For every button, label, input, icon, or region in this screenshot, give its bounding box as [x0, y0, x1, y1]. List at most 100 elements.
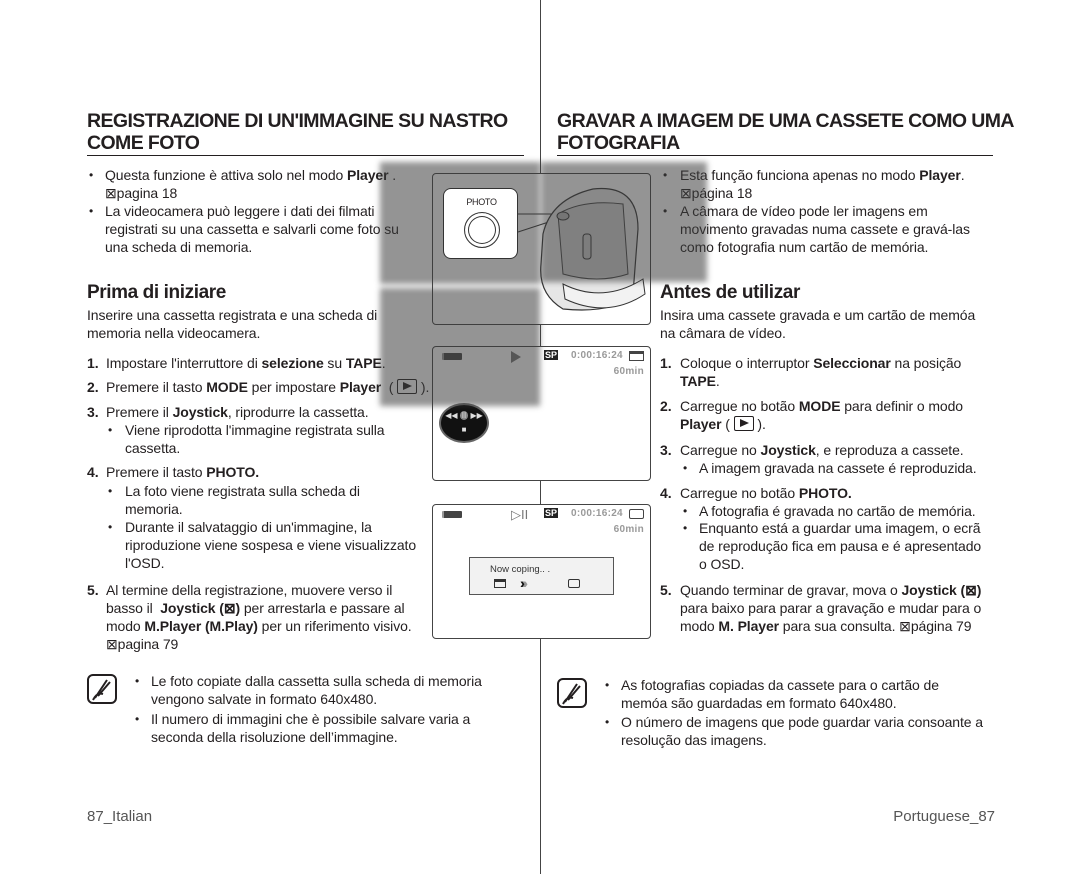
quality-badge: SP	[544, 508, 559, 518]
battery-icon	[442, 511, 462, 518]
left-note-2: Il numero di immagini che è possibile sa…	[151, 710, 470, 746]
right-bullet-1: Esta função funciona apenas no modo Play…	[680, 166, 965, 202]
note-icon	[87, 674, 117, 704]
text: Carregue no botão	[680, 398, 799, 414]
bullet: •	[135, 674, 140, 688]
right-step-3-sub: A imagem gravada na cassete é reproduzid…	[699, 459, 977, 477]
text: Premere il tasto	[106, 379, 207, 395]
text: Questa funzione è attiva solo nel modo	[105, 167, 348, 183]
text: Premere il	[106, 404, 173, 420]
right-step-4: Carregue no botão PHOTO.	[680, 484, 852, 502]
left-bullet-2: La videocamera può leggere i dati dei fi…	[105, 202, 399, 256]
highlight-overlay	[541, 162, 707, 282]
step-number: 3.	[660, 442, 672, 458]
timecode: 0:00:16:24	[571, 350, 623, 361]
text: na posição	[894, 355, 962, 371]
text: su	[323, 355, 346, 371]
bullet: •	[605, 678, 610, 692]
step-number: 1.	[660, 355, 672, 371]
text: Insira uma cassete gravada e um cartão d…	[660, 307, 976, 341]
copying-screen: ▷II SP 0:00:16:24 60min Now coping.. . ›…	[432, 504, 651, 639]
text: A fotografia é gravada no cartão de memó…	[699, 503, 976, 519]
left-section-title: Prima di iniziare	[87, 282, 226, 303]
text: A imagem gravada na cassete é reproduzid…	[699, 460, 977, 476]
step-number: 5.	[660, 582, 672, 598]
text: O número de imagens que pode guardar var…	[621, 714, 983, 748]
right-section-title: Antes de utilizar	[660, 282, 800, 303]
step-number: 3.	[87, 404, 99, 420]
bold-text: M.Player (M.Play)	[144, 618, 258, 634]
text: As fotografias copiadas da cassete para …	[621, 677, 939, 711]
bold-text: Player	[339, 379, 382, 395]
bullet: •	[683, 461, 688, 475]
bold-text: Player	[919, 167, 961, 183]
bold-text: PHOTO.	[206, 464, 260, 480]
right-step-2: Carregue no botão MODE para definir o mo…	[680, 397, 963, 433]
photo-button-callout: PHOTO	[443, 188, 518, 259]
text: Premere il tasto	[106, 464, 207, 480]
left-step-3-sub: Viene riprodotta l'immagine registrata s…	[125, 421, 385, 457]
right-note-1: As fotografias copiadas da cassete para …	[621, 676, 939, 712]
right-intro: Insira uma cassete gravada e um cartão d…	[660, 306, 975, 342]
right-step-4-sub-1: A fotografia é gravada no cartão de memó…	[699, 502, 976, 520]
joystick-icon: ◀◀ II ▶▶ ■	[439, 403, 489, 443]
text: Carregue no botão	[680, 485, 799, 501]
step-number: 2.	[87, 379, 99, 395]
bullet: •	[89, 168, 94, 182]
bullet: •	[108, 484, 113, 498]
quality-badge: SP	[544, 350, 559, 360]
timecode: 0:00:16:24	[571, 508, 623, 519]
text: Inserire una cassetta registrata e una s…	[87, 307, 378, 341]
page-number: 87	[87, 808, 104, 825]
copy-dialog: Now coping.. . ››››››	[469, 557, 614, 595]
text: , riprodurre la cassetta.	[227, 404, 369, 420]
text: para definir o modo	[844, 398, 963, 414]
bold-text: MODE	[206, 379, 248, 395]
bold-text: Joystick (⊠)	[901, 582, 982, 598]
bold-text: Joystick	[172, 404, 228, 420]
bold-text: Seleccionar	[813, 355, 891, 371]
tape-icon	[629, 351, 644, 361]
bold-text: Joystick (⊠)	[160, 600, 241, 616]
text: Impostare l'interruttore di	[106, 355, 262, 371]
text: Durante il salvataggio di un'immagine, l…	[125, 519, 417, 571]
right-footer: Portuguese_87	[893, 808, 995, 825]
bold-text: TAPE	[680, 373, 716, 389]
memory-card-icon	[568, 579, 580, 588]
bullet: •	[683, 521, 688, 535]
left-bullet-1: Questa funzione è attiva solo nel modo P…	[105, 166, 396, 202]
tape-icon	[494, 579, 506, 588]
left-footer: 87_Italian	[87, 808, 152, 825]
bullet: •	[605, 715, 610, 729]
bold-text: Joystick	[760, 442, 816, 458]
bullet: •	[108, 520, 113, 534]
remaining-time: 60min	[613, 366, 644, 377]
left-step-3: Premere il Joystick, riprodurre la casse…	[106, 403, 369, 421]
bullet: •	[108, 423, 113, 437]
copy-progress-arrows: ››››››	[520, 575, 528, 591]
highlight-overlay	[380, 288, 540, 406]
text: Enquanto está a guardar uma imagem, o ec…	[699, 520, 982, 572]
footer-language: _Italian	[103, 808, 153, 825]
left-step-4-sub-2: Durante il salvataggio di un'immagine, l…	[125, 518, 416, 572]
footer-language: Portuguese_	[893, 808, 979, 825]
left-step-5: Al termine della registrazione, muovere …	[106, 581, 412, 653]
text: (	[721, 416, 734, 432]
step-number: 5.	[87, 582, 99, 598]
note-icon	[557, 678, 587, 708]
left-step-4: Premere il tasto PHOTO.	[106, 463, 259, 481]
left-intro: Inserire una cassetta registrata e una s…	[87, 306, 377, 342]
bullet: •	[89, 204, 94, 218]
right-step-4-sub-2: Enquanto está a guardar uma imagem, o ec…	[699, 519, 981, 573]
bold-text: TAPE	[345, 355, 382, 371]
text: .	[715, 373, 720, 389]
right-step-1: Coloque o interruptor Seleccionar na pos…	[680, 354, 961, 390]
bullet: •	[135, 712, 140, 726]
text: Esta função funciona apenas no modo	[680, 167, 920, 183]
text: La videocamera può leggere i dati dei fi…	[105, 203, 399, 255]
photo-button-icon	[464, 212, 500, 248]
right-step-5: Quando terminar de gravar, mova o Joysti…	[680, 581, 981, 635]
text: Le foto copiate dalla cassetta sulla sch…	[151, 673, 482, 707]
play-mode-icon	[733, 416, 754, 431]
left-step-4-sub-1: La foto viene registrata sulla scheda di…	[125, 482, 360, 518]
